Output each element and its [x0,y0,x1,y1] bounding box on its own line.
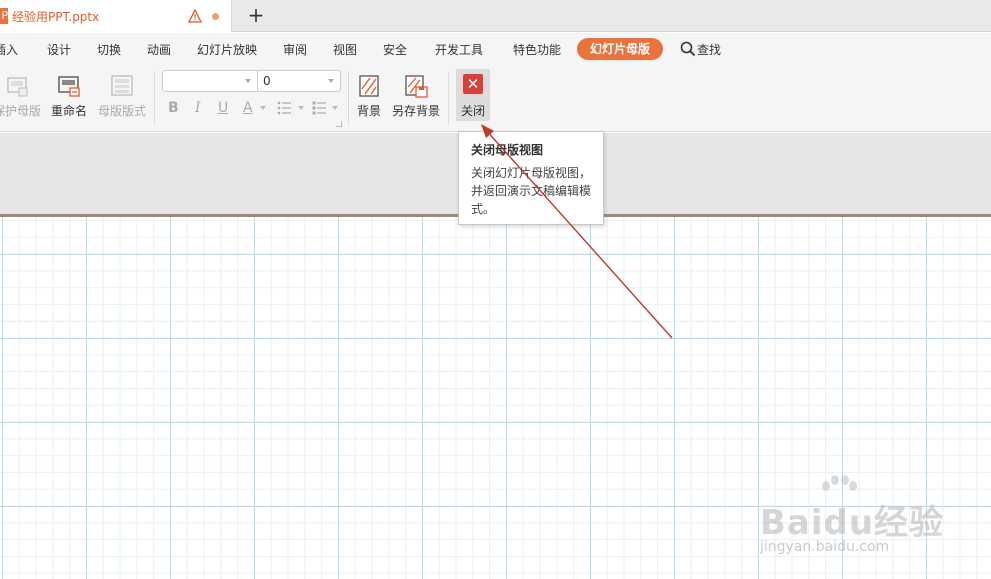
protect-master-button[interactable]: 保护母版 [0,71,42,123]
slide-master-ribbon: 保护母版 重命名 母版版式 0 [0,65,991,132]
menu-design[interactable]: 设计 [47,41,71,58]
background-icon [359,75,379,97]
search-icon [680,41,696,57]
background-label: 背景 [356,104,381,118]
ribbon-separator [348,71,349,125]
wps-presentation-window: P 经验用PPT.pptx + 插入 设计 切换 动画 幻灯片放映 审阅 视图 … [0,0,991,579]
menu-review[interactable]: 审阅 [283,41,307,58]
font-color-button[interactable]: A [243,99,253,117]
underline-button[interactable]: U [218,99,228,117]
font-name-dropdown-arrow-icon[interactable] [245,79,251,83]
font-size-dropdown-arrow-icon[interactable] [328,79,334,83]
close-label: 关闭 [460,104,485,118]
baidu-jingyan-watermark: Baidu经验 jingyan.baidu.com [760,475,945,565]
menu-special-features[interactable]: 特色功能 [513,41,561,58]
save-background-button[interactable]: 另存背景 [390,71,442,123]
search-label: 查找 [697,43,722,57]
protect-master-icon [7,77,28,97]
close-icon: ✕ [463,74,483,94]
tooltip-body: 关闭幻灯片母版视图，并返回演示文稿编辑模式。 [471,166,592,216]
bold-button[interactable]: B [168,99,179,117]
watermark-brand: Baidu经验 [760,503,945,543]
background-button[interactable]: 背景 [354,71,384,123]
ribbon-separator [154,71,155,125]
italic-button[interactable]: I [195,99,201,117]
rename-label: 重命名 [50,104,87,118]
menu-insert[interactable]: 插入 [0,41,18,58]
font-name-combobox[interactable] [162,70,258,92]
menu-bar: 插入 设计 切换 动画 幻灯片放映 审阅 视图 安全 开发工具 特色功能 幻灯片… [0,33,991,65]
save-background-label: 另存背景 [391,104,440,118]
rename-icon [58,76,80,97]
document-tab-title: 经验用PPT.pptx [12,10,100,24]
ribbon-separator [448,71,449,125]
menu-view[interactable]: 视图 [333,41,357,58]
menu-slide-master-active[interactable]: 幻灯片母版 [577,38,663,60]
unsaved-indicator-dot[interactable] [212,13,219,20]
font-size-combobox[interactable]: 0 [257,70,341,92]
menu-security[interactable]: 安全 [383,41,407,58]
close-master-view-tooltip: 关闭母版视图 关闭幻灯片母版视图，并返回演示文稿编辑模式。 [458,131,604,225]
master-layout-label: 母版版式 [97,104,146,118]
close-master-view-button[interactable]: ✕ 关闭 [456,69,490,121]
font-group-expand-icon[interactable] [336,121,342,127]
protect-master-label: 保护母版 [0,104,41,118]
warning-icon [188,9,202,23]
master-layout-icon [111,75,133,96]
document-tab[interactable]: P 经验用PPT.pptx [0,0,232,32]
menu-animations[interactable]: 动画 [147,41,171,58]
watermark-url: jingyan.baidu.com [760,539,890,555]
bullet-list-icon[interactable] [277,100,293,116]
menu-slideshow[interactable]: 幻灯片放映 [197,41,257,58]
presentation-app-icon: P [0,8,8,24]
bullet-list-dropdown-icon[interactable] [298,106,304,110]
font-color-dropdown-icon[interactable] [260,106,266,110]
font-size-value: 0 [263,74,271,88]
numbered-list-dropdown-icon[interactable] [332,106,338,110]
new-tab-button[interactable]: + [246,5,266,25]
master-layout-button[interactable]: 母版版式 [96,71,148,123]
numbered-list-icon[interactable] [312,100,328,116]
save-background-icon [405,75,428,98]
rename-button[interactable]: 重命名 [48,71,90,123]
document-tab-bar: P 经验用PPT.pptx + [0,0,991,32]
tooltip-title: 关闭母版视图 [471,143,544,157]
menu-developer-tools[interactable]: 开发工具 [435,41,483,58]
menu-transitions[interactable]: 切换 [97,41,121,58]
